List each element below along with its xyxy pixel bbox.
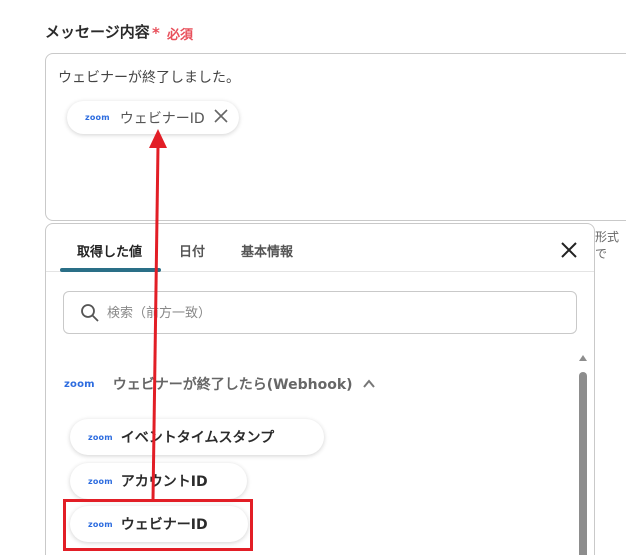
chevron-up-icon[interactable] [362, 379, 375, 389]
list-item-label: アカウントID [120, 474, 208, 490]
message-editor[interactable]: ウェビナーが終了しました。 zoom ウェビナーID [45, 53, 626, 221]
zoom-logo-icon: zoom [88, 432, 113, 442]
side-hint-text: 形式で [595, 230, 620, 261]
scroll-up-arrow-icon[interactable] [579, 354, 587, 362]
list-item[interactable]: zoom アカウントID [70, 463, 247, 499]
list-item-label: イベントタイムスタンプ [120, 430, 275, 446]
scrollbar-thumb[interactable] [579, 372, 587, 555]
search-input[interactable] [105, 301, 565, 325]
inserted-variable-chip[interactable]: zoom ウェビナーID [67, 101, 239, 134]
search-icon [81, 304, 99, 322]
close-icon[interactable] [213, 108, 229, 124]
field-label: メッセージ内容 [45, 23, 150, 41]
tab-basic-info[interactable]: 基本情報 [241, 241, 293, 260]
zoom-logo-icon: zoom [64, 378, 95, 390]
active-tab-indicator [60, 268, 161, 272]
scrollbar[interactable] [578, 354, 588, 555]
screen: メッセージ内容 * 必須 ウェビナーが終了しました。 zoom ウェビナーID … [0, 0, 626, 555]
tab-acquired-values[interactable]: 取得した値 [77, 241, 142, 260]
tab-bar: 取得した値 日付 基本情報 [46, 224, 594, 272]
tab-date[interactable]: 日付 [179, 241, 205, 260]
chip-label: ウェビナーID [119, 110, 205, 127]
annotation-highlight-box [63, 499, 253, 551]
zoom-logo-icon: zoom [85, 113, 110, 122]
search-box[interactable] [63, 291, 577, 334]
required-badge: 必須 [167, 28, 194, 43]
list-item[interactable]: zoom イベントタイムスタンプ [70, 419, 324, 455]
editor-text: ウェビナーが終了しました。 [58, 70, 240, 86]
group-title: ウェビナーが終了したら(Webhook) [112, 377, 353, 393]
group-header[interactable]: zoom ウェビナーが終了したら(Webhook) [64, 374, 375, 394]
close-icon[interactable] [560, 241, 578, 259]
required-star: * [152, 24, 160, 42]
zoom-logo-icon: zoom [88, 476, 113, 486]
